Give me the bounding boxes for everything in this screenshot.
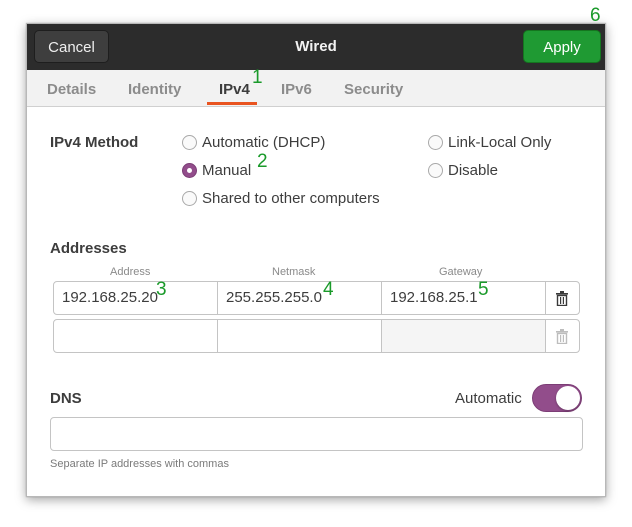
- switch-knob: [556, 386, 580, 410]
- radio-manual[interactable]: Manual: [182, 160, 251, 180]
- dns-input[interactable]: [50, 417, 583, 451]
- radio-link-local[interactable]: Link-Local Only: [428, 132, 551, 152]
- address-row: 192.168.25.20 255.255.255.0 192.168.25.1: [53, 281, 580, 315]
- radio-label: Shared to other computers: [202, 189, 380, 207]
- addresses-label: Addresses: [50, 240, 127, 257]
- tab-details[interactable]: Details: [47, 81, 96, 98]
- radio-button[interactable]: [182, 134, 197, 150]
- gateway-input[interactable]: 192.168.25.1: [382, 282, 546, 314]
- dns-hint: Separate IP addresses with commas: [50, 458, 229, 470]
- tab-ipv6[interactable]: IPv6: [281, 81, 312, 98]
- radio-label: Automatic (DHCP): [202, 133, 326, 151]
- radio-label: Link-Local Only: [448, 133, 552, 151]
- active-tab-indicator: [207, 102, 257, 105]
- dns-label: DNS: [50, 390, 82, 407]
- radio-shared[interactable]: Shared to other computers: [182, 188, 380, 208]
- radio-label: Disable: [448, 161, 499, 179]
- delete-address-button-disabled: [545, 320, 579, 352]
- callout-6: 6: [590, 5, 601, 26]
- wired-settings-dialog: Cancel Wired Apply Details Identity IPv4…: [26, 23, 606, 497]
- netmask-input[interactable]: 255.255.255.0: [218, 282, 382, 314]
- address-input[interactable]: [54, 320, 218, 352]
- delete-address-button[interactable]: [545, 282, 579, 314]
- column-header-netmask: Netmask: [272, 266, 316, 278]
- address-input[interactable]: 192.168.25.20: [54, 282, 218, 314]
- address-row-empty: [53, 319, 580, 353]
- radio-automatic-dhcp[interactable]: Automatic (DHCP): [182, 132, 325, 152]
- dialog-title: Wired: [295, 38, 337, 55]
- radio-button[interactable]: [182, 190, 197, 206]
- callout-4: 4: [323, 279, 334, 300]
- dns-automatic-switch[interactable]: [532, 384, 582, 412]
- column-header-gateway: Gateway: [439, 266, 483, 278]
- callout-2: 2: [257, 151, 268, 172]
- gateway-input: [382, 320, 546, 352]
- radio-disable[interactable]: Disable: [428, 160, 498, 180]
- callout-5: 5: [478, 279, 489, 300]
- trash-icon: [556, 328, 568, 344]
- dns-automatic-label: Automatic: [455, 390, 522, 407]
- radio-label: Manual: [202, 161, 252, 179]
- netmask-input[interactable]: [218, 320, 382, 352]
- apply-button[interactable]: Apply: [523, 30, 601, 63]
- radio-button[interactable]: [428, 134, 443, 150]
- column-header-address: Address: [110, 266, 151, 278]
- callout-1: 1: [252, 67, 263, 88]
- tab-bar: Details Identity IPv4 IPv6 Security: [27, 70, 605, 107]
- header-bar: Cancel Wired Apply: [27, 24, 605, 71]
- radio-button[interactable]: [428, 162, 443, 178]
- ipv4-method-label: IPv4 Method: [50, 134, 139, 151]
- tab-security[interactable]: Security: [344, 81, 403, 98]
- radio-button-checked[interactable]: [182, 162, 197, 178]
- callout-3: 3: [156, 279, 167, 300]
- tab-ipv4[interactable]: IPv4: [219, 81, 250, 98]
- tab-identity[interactable]: Identity: [128, 81, 181, 98]
- trash-icon: [556, 290, 568, 306]
